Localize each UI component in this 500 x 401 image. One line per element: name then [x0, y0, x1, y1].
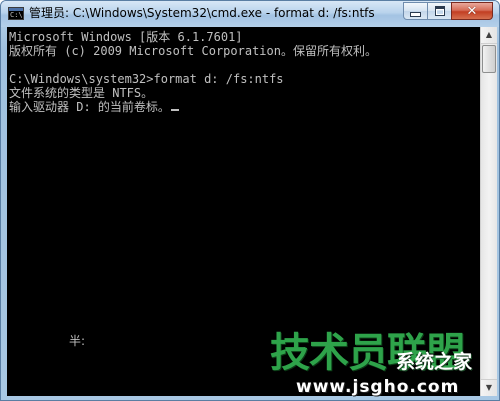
cmd-console-icon[interactable]: C:\: [8, 7, 24, 20]
watermark-subtitle: 系统之家: [396, 351, 473, 373]
title-bar[interactable]: C:\ 管理员: C:\Windows\System32\cmd.exe - f…: [1, 1, 499, 27]
icon-prompt-glyph: C:\: [10, 11, 23, 19]
scroll-up-button[interactable]: ▲: [481, 27, 497, 44]
maximize-button[interactable]: [427, 2, 452, 20]
console-prompt-text: 输入驱动器 D: 的当前卷标。: [9, 100, 170, 114]
window-title: 管理员: C:\Windows\System32\cmd.exe - forma…: [29, 6, 375, 20]
console-line-version: Microsoft Windows [版本 6.1.7601]: [9, 30, 243, 44]
close-button[interactable]: ✕: [451, 2, 493, 20]
console-line-prompt-label[interactable]: 输入驱动器 D: 的当前卷标。: [9, 100, 179, 114]
site-watermark: 技术员联盟 系统之家 www.jsgho.com: [270, 331, 495, 399]
text-cursor: [170, 109, 179, 111]
maximize-icon: [434, 6, 445, 16]
minimize-icon: [410, 12, 421, 17]
ime-status-indicator: 半:: [69, 334, 86, 348]
caption-buttons: ✕: [403, 2, 493, 20]
console-line-command: C:\Windows\system32>format d: /fs:ntfs: [9, 72, 284, 86]
close-icon: ✕: [466, 3, 478, 19]
scroll-thumb[interactable]: [482, 45, 496, 73]
watermark-url: www.jsgho.com: [296, 377, 460, 397]
console-line-fs-type: 文件系统的类型是 NTFS。: [9, 86, 154, 100]
arrow-up-icon: ▲: [485, 30, 493, 39]
console-line-copyright: 版权所有 (c) 2009 Microsoft Corporation。保留所有…: [9, 44, 377, 58]
minimize-button[interactable]: [403, 2, 428, 20]
